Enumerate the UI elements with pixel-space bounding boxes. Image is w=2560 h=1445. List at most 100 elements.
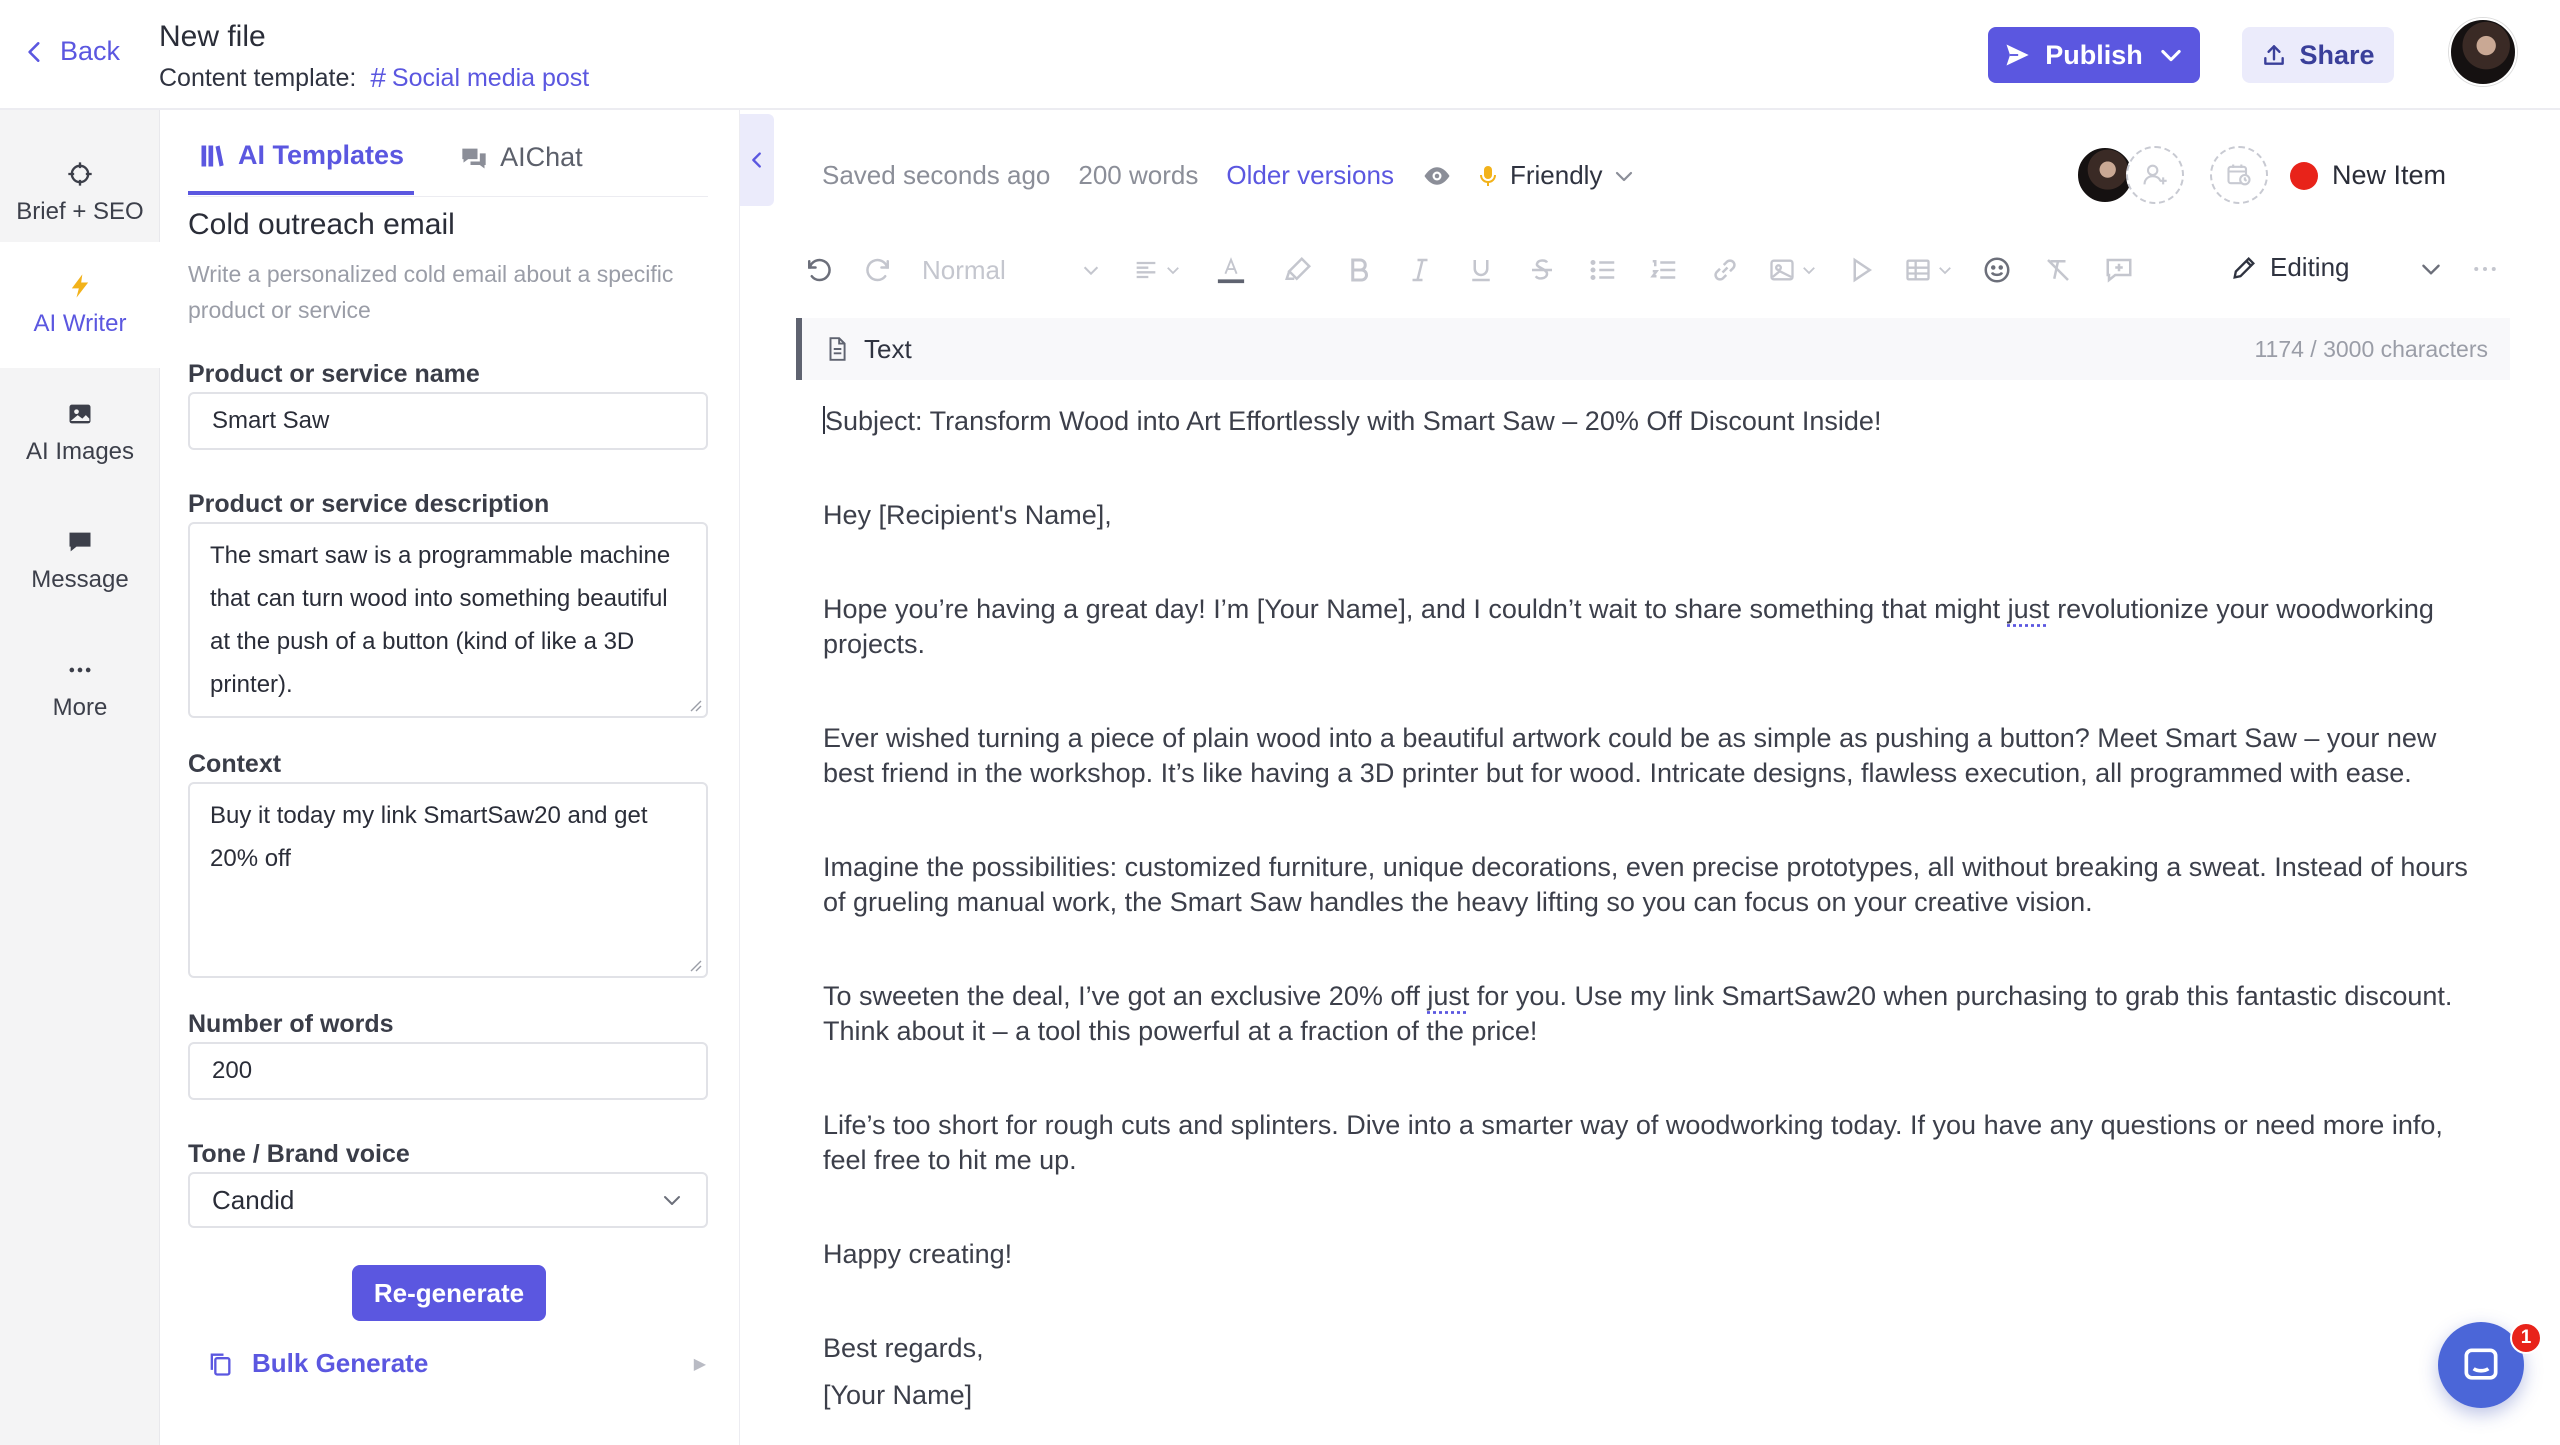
text-block-header: Text 1174 / 3000 characters [796, 318, 2510, 380]
share-label: Share [2299, 39, 2375, 70]
chat-bubbles-icon [462, 148, 486, 168]
collaborators [2076, 146, 2268, 204]
comment-button[interactable] [2101, 252, 2137, 288]
collapse-panel-button[interactable] [740, 114, 774, 206]
schedule-button[interactable] [2210, 146, 2268, 204]
send-icon [2006, 44, 2029, 66]
notification-badge: 1 [2510, 1322, 2542, 1354]
email-paragraph: To sweeten the deal, I’ve got an exclusi… [823, 981, 2453, 1046]
table-icon [1906, 259, 1930, 281]
regenerate-button[interactable]: Re-generate [352, 1265, 546, 1321]
rail-item-label: AI Writer [33, 310, 127, 337]
redo-button[interactable] [861, 252, 897, 288]
pencil-icon [2233, 256, 2255, 279]
content-template-name: Social media post [391, 63, 590, 92]
context-textarea[interactable]: Buy it today my link SmartSaw20 and get … [188, 782, 708, 978]
tone-select[interactable]: Candid [188, 1172, 708, 1228]
resize-grip-icon[interactable] [688, 698, 702, 712]
resize-grip-icon[interactable] [688, 958, 702, 972]
email-paragraph: Life’s too short for rough cuts and spli… [823, 1110, 2443, 1175]
tab-label: AI Templates [238, 140, 405, 170]
bold-button[interactable] [1341, 252, 1377, 288]
word-count: 200 words [1078, 160, 1199, 190]
copy-icon [210, 1353, 231, 1376]
rail-item-label: More [52, 694, 108, 721]
redo-icon [866, 258, 889, 282]
bullet-list-button[interactable] [1585, 252, 1621, 288]
email-greeting: Hey [Recipient's Name], [823, 500, 1112, 530]
highlight-button[interactable] [1280, 252, 1316, 288]
library-icon [201, 145, 224, 166]
bulk-generate-button[interactable]: Bulk Generate ▶ [206, 1348, 706, 1379]
emoji-icon [1984, 257, 2010, 283]
clear-formatting-button[interactable] [2040, 252, 2076, 288]
insert-video-button[interactable] [1843, 252, 1879, 288]
email-paragraph: Ever wished turning a piece of plain woo… [823, 723, 2437, 788]
editor-content[interactable]: Subject: Transform Wood into Art Effortl… [823, 404, 2483, 1413]
share-button[interactable]: Share [2242, 27, 2394, 83]
chevron-down-icon[interactable] [2418, 256, 2444, 282]
user-avatar[interactable] [2449, 18, 2517, 86]
spellcheck-underline[interactable]: just [2008, 594, 2050, 624]
rail-item-label: AI Images [25, 438, 135, 465]
number-of-words-input[interactable]: 200 [188, 1042, 708, 1100]
back-button[interactable]: Back [22, 36, 120, 67]
more-options-icon[interactable] [2470, 254, 2500, 284]
strikethrough-button[interactable] [1524, 252, 1560, 288]
text-color-button[interactable] [1207, 252, 1255, 288]
tab-aichat[interactable]: AIChat [450, 132, 593, 195]
microphone-icon [1479, 165, 1496, 186]
bold-icon [1351, 258, 1368, 282]
tab-ai-templates[interactable]: AI Templates [188, 132, 415, 195]
add-collaborator-button[interactable] [2126, 146, 2184, 204]
bulk-generate-label: Bulk Generate [252, 1348, 429, 1378]
highlighter-icon [1285, 256, 1312, 281]
character-count: 1174 / 3000 characters [2254, 335, 2488, 362]
emoji-button[interactable] [1979, 252, 2015, 288]
ellipsis-icon [69, 667, 91, 673]
publish-button[interactable]: Publish [1988, 27, 2200, 83]
rail-item-message[interactable]: Message [0, 498, 160, 624]
crosshair-icon [68, 162, 92, 186]
italic-button[interactable] [1402, 252, 1438, 288]
editing-mode-dropdown[interactable]: Editing [2230, 252, 2350, 283]
link-button[interactable] [1707, 252, 1743, 288]
clear-format-icon [2047, 259, 2069, 281]
tab-label: AIChat [500, 142, 583, 172]
rail-item-more[interactable]: More [0, 626, 160, 752]
rail-item-ai-writer[interactable]: AI Writer [0, 242, 160, 368]
eye-icon[interactable] [1422, 161, 1452, 191]
insert-image-dropdown[interactable] [1768, 256, 1818, 284]
align-dropdown[interactable] [1132, 256, 1182, 284]
calendar-clock-icon [2227, 164, 2251, 186]
rail-item-ai-images[interactable]: AI Images [0, 370, 160, 496]
content-template-prefix: Content template: [159, 63, 357, 92]
add-comment-icon [2106, 258, 2132, 283]
insert-table-dropdown[interactable] [1904, 256, 1954, 284]
back-label: Back [60, 36, 121, 66]
rail-item-label: Message [31, 566, 129, 593]
tone-dropdown[interactable]: Friendly [1476, 160, 1636, 191]
numbered-list-button[interactable] [1646, 252, 1682, 288]
block-style-select[interactable]: Normal [922, 255, 1102, 286]
editor-status-bar: Saved seconds ago 200 words Older versio… [822, 160, 1636, 191]
undo-button[interactable] [800, 252, 836, 288]
product-description-text: The smart saw is a programmable machine … [210, 542, 671, 698]
strikethrough-icon [1532, 259, 1552, 280]
chevron-down-icon [664, 1196, 680, 1205]
underline-button[interactable] [1463, 252, 1499, 288]
new-item-status[interactable]: New Item [2290, 160, 2446, 191]
tone-label: Tone / Brand voice [188, 1140, 410, 1168]
tone-dropdown-label: Friendly [1509, 160, 1603, 190]
block-style-label: Normal [922, 254, 1006, 285]
top-bar: Back New file Content template: # Social… [0, 0, 2560, 110]
chevron-down-icon [1167, 267, 1179, 275]
rail-item-brief-seo[interactable]: Brief + SEO [0, 130, 160, 256]
product-name-input[interactable]: Smart Saw [188, 392, 708, 450]
older-versions-link[interactable]: Older versions [1226, 160, 1394, 191]
email-paragraph: Imagine the possibilities: customized fu… [823, 852, 2468, 917]
content-template-row: Content template: # Social media post [159, 62, 589, 94]
product-description-textarea[interactable]: The smart saw is a programmable machine … [188, 522, 708, 718]
content-template-link[interactable]: # Social media post [370, 62, 589, 94]
spellcheck-underline[interactable]: just [1427, 981, 1469, 1011]
